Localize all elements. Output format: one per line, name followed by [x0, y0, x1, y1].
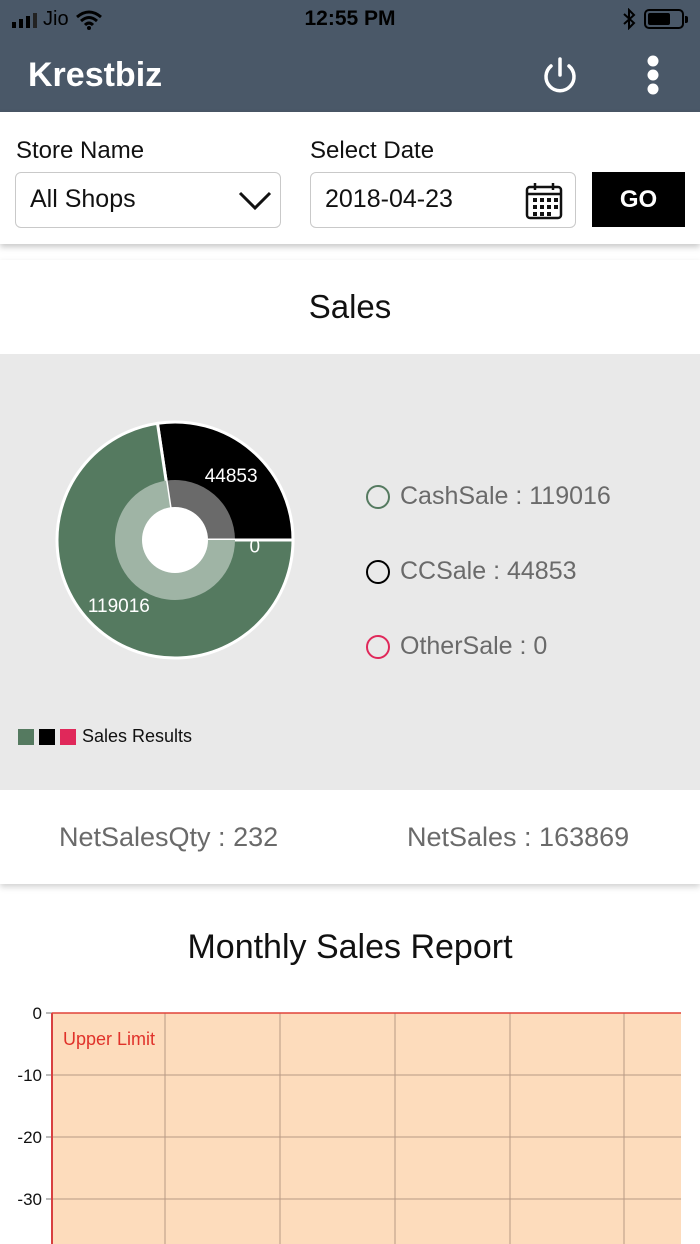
status-right [622, 8, 688, 30]
filter-bar: Store Name All Shops Select Date 2018-04… [0, 112, 700, 244]
series-swatch-cash [18, 728, 34, 745]
monthly-sales-card: Monthly Sales Report 0 -10 -20 -30 Upper Lim… [0, 902, 700, 1244]
more-options-icon[interactable] [640, 54, 666, 98]
y-tick-label: -30 [17, 1190, 42, 1209]
upper-limit-label: Upper Limit [63, 1029, 155, 1049]
pie-hole [142, 507, 208, 573]
store-select-value: All Shops [30, 185, 136, 213]
y-tick-label: 0 [33, 1004, 42, 1023]
y-tick-label: -10 [17, 1066, 42, 1085]
power-icon[interactable] [538, 54, 582, 98]
monthly-sales-chart: 0 -10 -20 -30 Upper Limit [17, 1004, 681, 1244]
legend-other-sale-label: OtherSale : 0 [400, 632, 548, 660]
sales-card: Sales 44853 119016 0 CashSale : 119016 CCS… [0, 260, 700, 884]
status-time: 12:55 PM [304, 7, 396, 30]
store-select[interactable]: All Shops [15, 172, 281, 228]
calendar-icon[interactable] [525, 182, 563, 220]
net-sales: NetSales : 163869 [407, 822, 630, 852]
pie-label-ccsale: 44853 [205, 466, 258, 487]
legend-cash-sale-label: CashSale : 119016 [400, 482, 611, 510]
series-swatch-other [60, 728, 76, 745]
status-bar: Jio 12:55 PM [0, 0, 700, 40]
date-input[interactable]: 2018-04-23 [310, 172, 576, 228]
chevron-down-icon [238, 191, 272, 211]
legend-cc-sale-label: CCSale : 44853 [400, 557, 577, 585]
date-input-value: 2018-04-23 [325, 185, 453, 213]
bluetooth-icon [623, 8, 636, 30]
net-sales-qty: NetSalesQty : 232 [59, 822, 279, 852]
app-bar: Krestbiz [0, 40, 700, 112]
legend-cash-sale: CashSale : 119016 [366, 482, 611, 511]
sales-chart-area: 44853 119016 0 CashSale : 119016 CCSale : … [0, 354, 700, 790]
series-legend-label: Sales Results [82, 726, 193, 746]
legend-cc-sale: CCSale : 44853 [366, 557, 577, 586]
pie-label-cashsale: 119016 [88, 596, 150, 617]
store-name-label: Store Name [16, 137, 145, 164]
cash-sale-marker [366, 484, 390, 509]
cc-sale-marker [366, 559, 390, 584]
y-tick-label: -20 [17, 1128, 42, 1147]
sales-pie-chart: 44853 119016 0 [55, 420, 295, 660]
pie-label-othersale: 0 [250, 537, 261, 558]
go-button[interactable]: GO [592, 172, 685, 227]
select-date-label: Select Date [310, 137, 435, 164]
legend-other-sale: OtherSale : 0 [366, 632, 547, 661]
battery-icon [644, 9, 688, 29]
series-swatch-cc [39, 728, 55, 745]
sales-totals: NetSalesQty : 232 NetSales : 163869 [0, 790, 700, 884]
sales-title: Sales [308, 288, 392, 325]
other-sale-marker [366, 634, 390, 659]
app-title: Krestbiz [28, 56, 163, 94]
series-legend: Sales Results [18, 726, 192, 747]
